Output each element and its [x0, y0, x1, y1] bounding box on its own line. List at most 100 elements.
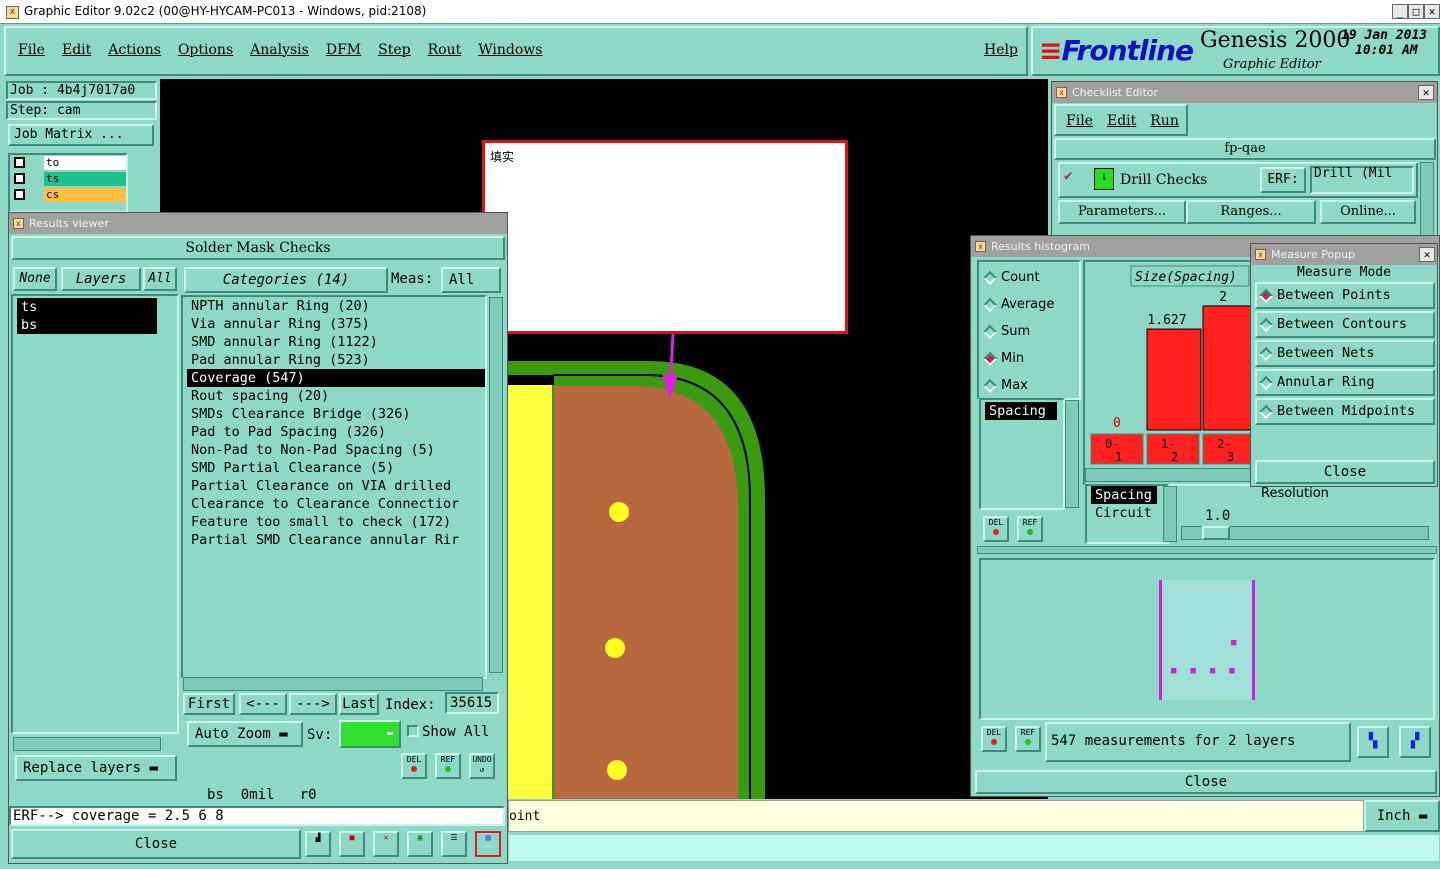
notes-icon[interactable]: ☰: [441, 831, 467, 857]
resolution-thumb[interactable]: [1202, 526, 1230, 540]
checks-vscroll[interactable]: [489, 297, 503, 673]
layers-list[interactable]: ts bs: [11, 294, 179, 734]
all-button[interactable]: All: [143, 267, 177, 291]
result-layer-item[interactable]: bs: [17, 316, 157, 334]
histogram-close-button[interactable]: Close: [975, 770, 1437, 794]
layer-checkbox[interactable]: [14, 189, 25, 200]
measure-popup-close-icon[interactable]: ✕: [1419, 247, 1435, 262]
checks-hscroll[interactable]: [183, 677, 483, 691]
check-item[interactable]: Pad annular Ring (523): [187, 351, 485, 369]
check-item[interactable]: SMD annular Ring (1122): [187, 333, 485, 351]
measure-mode-between-nets[interactable]: Between Nets: [1255, 340, 1435, 367]
units-dropdown[interactable]: Inch ▬: [1364, 800, 1440, 832]
drill-checks-row[interactable]: ✔ ⇂ Drill Checks ERF: Drill (Mil: [1058, 162, 1418, 198]
menu-actions[interactable]: Actions: [108, 42, 161, 58]
spacing-vscroll[interactable]: [1163, 486, 1177, 542]
first-button[interactable]: First: [183, 693, 235, 715]
radio-icon[interactable]: [982, 351, 998, 367]
mode-average[interactable]: Average: [979, 295, 1079, 317]
spacing-item[interactable]: Circuit: [1091, 504, 1157, 522]
menu-dfm[interactable]: DFM: [326, 42, 361, 58]
layer-row-to[interactable]: to: [10, 155, 126, 171]
type-item[interactable]: Spacing: [985, 402, 1057, 420]
menu-help[interactable]: Help: [984, 42, 1018, 58]
type-vscroll[interactable]: [1065, 400, 1079, 508]
hist-del-icon-2[interactable]: DEL: [981, 726, 1007, 752]
menu-rout[interactable]: Rout: [428, 42, 462, 58]
erf-off-icon[interactable]: ✕: [373, 831, 399, 857]
prev-button[interactable]: <---: [239, 693, 287, 715]
hist-del-icon[interactable]: DEL: [983, 516, 1009, 542]
layer-row-ts[interactable]: ts: [10, 171, 126, 187]
close-window-button[interactable]: ✕: [1424, 4, 1440, 19]
check-item[interactable]: Partial Clearance on VIA drilled: [187, 477, 485, 495]
hist-ref-icon-2[interactable]: REF: [1015, 726, 1041, 752]
mode-sum[interactable]: Sum: [979, 322, 1079, 344]
histogram-tool-icon[interactable]: ▟: [305, 831, 331, 857]
del-icon[interactable]: DEL: [401, 753, 427, 779]
radio-icon[interactable]: [1258, 317, 1274, 333]
none-button[interactable]: None: [13, 267, 57, 291]
fit-chart-icon[interactable]: ▞: [1399, 726, 1431, 758]
radio-icon[interactable]: [982, 324, 998, 340]
menu-analysis[interactable]: Analysis: [250, 42, 309, 58]
undo-icon[interactable]: UNDO ↺: [469, 753, 495, 779]
check-item[interactable]: SMD Partial Clearance (5): [187, 459, 485, 477]
categories-button[interactable]: Categories (14): [184, 267, 388, 293]
radio-icon[interactable]: [982, 378, 998, 394]
check-item[interactable]: Rout spacing (20): [187, 387, 485, 405]
next-button[interactable]: --->: [289, 693, 337, 715]
result-layer-item[interactable]: ts: [17, 298, 157, 316]
checklist-menu-edit[interactable]: Edit: [1107, 113, 1136, 129]
check-item[interactable]: NPTH annular Ring (20): [187, 297, 485, 315]
show-all-checkbox[interactable]: [407, 725, 419, 737]
stop-tool-icon[interactable]: ■: [339, 831, 365, 857]
chart-icon[interactable]: ▥: [475, 831, 501, 857]
measure-mode-between-midpoints[interactable]: Between Midpoints: [1255, 398, 1435, 425]
check-item[interactable]: Pad to Pad Spacing (326): [187, 423, 485, 441]
layers-hscroll[interactable]: [13, 737, 161, 751]
index-input[interactable]: 35615: [445, 692, 499, 714]
check-item[interactable]: Via annular Ring (375): [187, 315, 485, 333]
menu-step[interactable]: Step: [378, 42, 410, 58]
checklist-menu-file[interactable]: File: [1066, 113, 1093, 129]
radio-icon[interactable]: [1258, 288, 1274, 304]
menu-windows[interactable]: Windows: [478, 42, 542, 58]
replace-layers-dropdown[interactable]: Replace layers ▬: [15, 755, 177, 781]
check-item[interactable]: Coverage (547): [187, 369, 485, 387]
radio-icon[interactable]: [1258, 375, 1274, 391]
measure-mode-annular-ring[interactable]: Annular Ring: [1255, 369, 1435, 396]
type-list[interactable]: Spacing: [979, 398, 1065, 510]
histogram-hscroll[interactable]: [1085, 468, 1251, 482]
erf-value[interactable]: Drill (Mil: [1310, 166, 1414, 194]
last-button[interactable]: Last: [339, 693, 379, 715]
check-item[interactable]: SMDs Clearance Bridge (326): [187, 405, 485, 423]
checklist-online-button[interactable]: Online...: [1320, 200, 1416, 224]
auto-zoom-dropdown[interactable]: Auto Zoom ▬: [187, 721, 303, 747]
radio-icon[interactable]: [982, 297, 998, 313]
measure-popup-close-button[interactable]: Close: [1255, 460, 1435, 484]
hist-ref-icon[interactable]: REF: [1017, 516, 1043, 542]
spacing-list[interactable]: Spacing Circuit: [1085, 484, 1169, 544]
menu-file[interactable]: File: [18, 42, 45, 58]
layer-row-cs[interactable]: cs: [10, 187, 126, 203]
menu-options[interactable]: Options: [178, 42, 233, 58]
check-item[interactable]: Feature too small to check (172): [187, 513, 485, 531]
minimize-button[interactable]: _: [1392, 4, 1408, 19]
results-close-button[interactable]: Close: [11, 829, 301, 859]
meas-dropdown[interactable]: All: [441, 267, 501, 293]
check-item[interactable]: Clearance to Clearance Connectior: [187, 495, 485, 513]
command-line[interactable]: [508, 834, 1440, 862]
checklist-menu-run[interactable]: Run: [1150, 113, 1179, 129]
check-item[interactable]: Partial SMD Clearance annular Rir: [187, 531, 485, 549]
radio-icon[interactable]: [982, 270, 998, 286]
menu-edit[interactable]: Edit: [62, 42, 91, 58]
mode-count[interactable]: Count: [979, 268, 1079, 290]
checklist-ranges-button[interactable]: Ranges...: [1186, 200, 1316, 224]
mode-min[interactable]: Min: [979, 349, 1079, 371]
ref-icon[interactable]: REF: [435, 753, 461, 779]
layers-button[interactable]: Layers: [61, 267, 141, 291]
histogram-hscroll-2[interactable]: [977, 546, 1437, 554]
maximize-button[interactable]: □: [1408, 4, 1424, 19]
spacing-item[interactable]: Spacing: [1091, 486, 1157, 504]
